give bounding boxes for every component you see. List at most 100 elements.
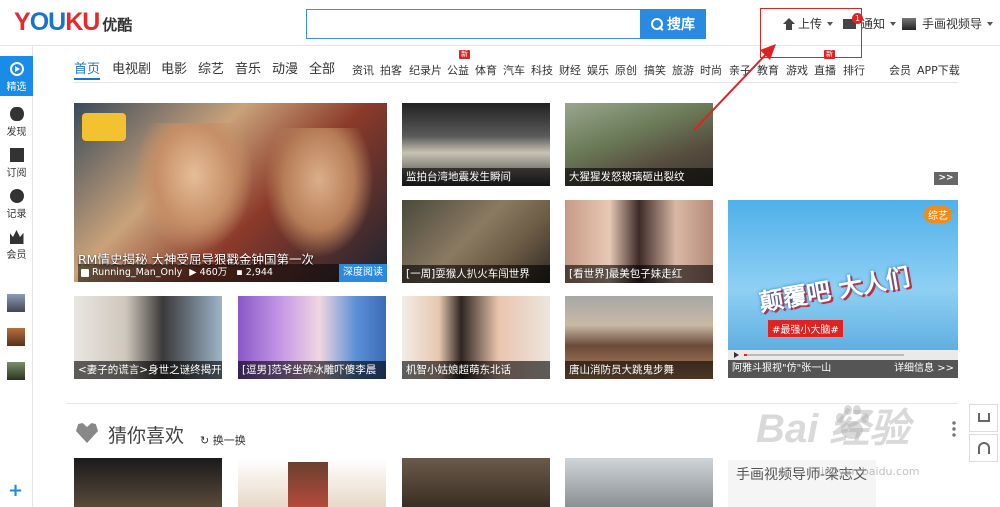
support-button[interactable] <box>969 434 998 462</box>
hero-plays: 460万 <box>199 267 228 278</box>
search-button[interactable]: 搜库 <box>640 9 706 39</box>
user-name: 手画视频导 <box>922 17 983 31</box>
video-tile[interactable]: 监拍台湾地震发生瞬间 <box>402 103 550 186</box>
sidebar-item-subscribe[interactable]: 订阅 <box>0 142 33 182</box>
recommend-tile[interactable] <box>565 458 713 507</box>
watermark: Bai 经验 <box>756 407 910 451</box>
sidebar-item-label: 记录 <box>6 209 27 220</box>
refresh-button[interactable]: ↻ 换一换 <box>200 432 246 448</box>
video-caption: [逗男]范爷坐碎冰雕吓傻李晨 <box>238 361 386 379</box>
section-title: 猜你喜欢 <box>108 425 185 447</box>
search-bar: 搜库 <box>306 9 706 39</box>
heart-icon <box>76 423 98 443</box>
deep-read-badge[interactable]: 深度阅读 <box>339 264 387 282</box>
annotation-highlight-box <box>760 8 862 58</box>
subscription-thumb[interactable] <box>7 294 25 312</box>
nav-item-music[interactable]: 音乐 <box>235 58 261 77</box>
user-menu[interactable]: 手画视频导 <box>902 15 994 32</box>
notify-label: 通知 <box>861 17 886 31</box>
subnav-ranking[interactable]: 排行 <box>843 62 865 78</box>
cart-icon <box>978 413 990 422</box>
video-caption: 大猩猩发怒玻璃砸出裂纹 <box>565 168 713 186</box>
subscription-thumb[interactable] <box>7 328 25 346</box>
recommend-art <box>288 462 328 507</box>
video-tile[interactable]: 唐山消防员大跳鬼步舞 <box>565 296 713 379</box>
refresh-label: 换一换 <box>212 434 246 447</box>
youku-logo[interactable]: YOUKU 优酷 <box>14 8 132 37</box>
subnav-games[interactable]: 游戏 <box>786 62 808 78</box>
progress-bar[interactable] <box>744 354 904 356</box>
video-tile[interactable]: [一周]耍猴人扒火车闯世界 <box>402 200 550 283</box>
nav-item-variety[interactable]: 综艺 <box>198 58 224 77</box>
more-button[interactable]: >> <box>934 172 958 185</box>
variety-badge: 综艺 <box>924 206 952 223</box>
sidebar-item-discover[interactable]: 发现 <box>0 101 33 141</box>
play-icon[interactable] <box>734 352 739 358</box>
video-tile[interactable]: [看世界]最美包子妹走红 <box>565 200 713 283</box>
subnav-documentary[interactable]: 纪录片 <box>409 62 442 78</box>
subnav-fashion[interactable]: 时尚 <box>700 62 722 78</box>
recommend-tile[interactable] <box>74 458 222 507</box>
video-player-bar <box>728 350 958 360</box>
user-icon <box>81 269 89 277</box>
subnav-charity[interactable]: 公益 <box>447 62 469 78</box>
subnav-education[interactable]: 教育 <box>757 62 779 78</box>
cart-button[interactable] <box>969 404 998 432</box>
video-tile[interactable]: <妻子的谎言>身世之谜终揭开 <box>74 296 222 379</box>
headset-icon <box>978 442 990 454</box>
subnav-paike[interactable]: 拍客 <box>380 62 402 78</box>
hero-comments: 2,944 <box>245 267 273 278</box>
variety-caption: 阿雅斗狠视"仿"张一山 详细信息 >> <box>728 360 958 378</box>
subnav-live[interactable]: 直播 <box>814 62 836 78</box>
video-caption: [一周]耍猴人扒火车闯世界 <box>402 265 550 283</box>
logo-ou: OU <box>29 8 66 36</box>
sidebar-item-history[interactable]: 记录 <box>0 183 33 223</box>
hero-video-tile[interactable]: RM情史揭秘 大神受屈导狠戳金钟国第一次 Running_Man_Only ▶ … <box>74 103 387 282</box>
sidebar-item-label: 发现 <box>6 127 27 138</box>
search-input[interactable] <box>306 9 640 39</box>
nav-item-home[interactable]: 首页 <box>74 58 100 77</box>
crown-icon <box>9 230 24 244</box>
more-dots-icon[interactable] <box>952 420 956 438</box>
nav-item-anime[interactable]: 动漫 <box>272 58 298 77</box>
subnav-funny[interactable]: 搞笑 <box>644 62 666 78</box>
nav-item-tv[interactable]: 电视剧 <box>112 58 151 77</box>
subnav-vip[interactable]: 会员 <box>889 62 911 78</box>
logo-ku: KU <box>65 8 100 36</box>
subnav-auto[interactable]: 汽车 <box>503 62 525 78</box>
logo-cn: 优酷 <box>102 16 133 34</box>
subnav-app-download[interactable]: APP下载 <box>917 62 960 78</box>
new-badge: 新 <box>459 50 470 59</box>
video-caption: 唐山消防员大跳鬼步舞 <box>565 361 713 379</box>
subnav-parenting[interactable]: 亲子 <box>729 62 751 78</box>
details-link[interactable]: 详细信息 >> <box>894 360 954 378</box>
subnav-travel[interactable]: 旅游 <box>672 62 694 78</box>
subnav-entertainment[interactable]: 娱乐 <box>587 62 609 78</box>
subnav-finance[interactable]: 财经 <box>559 62 581 78</box>
nav-item-movie[interactable]: 电影 <box>161 58 187 77</box>
recommend-tile[interactable] <box>238 458 386 507</box>
recommend-tile[interactable] <box>402 458 550 507</box>
left-sidebar: 精选 发现 订阅 记录 会员 + <box>0 46 33 507</box>
subnav-news[interactable]: 资讯 <box>352 62 374 78</box>
nav-item-all[interactable]: 全部 <box>309 58 335 77</box>
subnav-tech[interactable]: 科技 <box>531 62 553 78</box>
nav-active-underline <box>74 78 100 80</box>
search-icon <box>651 18 663 30</box>
subnav-sports[interactable]: 体育 <box>475 62 497 78</box>
comment-icon: ▪ <box>236 267 243 278</box>
video-tile[interactable]: [逗男]范爷坐碎冰雕吓傻李晨 <box>238 296 386 379</box>
chevron-down-icon <box>987 21 994 26</box>
subnav-original[interactable]: 原创 <box>615 62 637 78</box>
subscription-thumb[interactable] <box>7 362 25 380</box>
variety-promo-tile[interactable]: 综艺 颠覆吧 大人们 #最强小大脑# 阿雅斗狠视"仿"张一山 详细信息 >> <box>728 200 958 378</box>
chevron-down-icon <box>890 21 897 26</box>
add-subscription-button[interactable]: + <box>8 480 23 501</box>
variety-title: 颠覆吧 大人们 <box>757 262 913 317</box>
refresh-icon: ↻ <box>200 434 213 447</box>
video-tile[interactable]: 大猩猩发怒玻璃砸出裂纹 <box>565 103 713 186</box>
sidebar-item-featured[interactable]: 精选 <box>0 56 33 96</box>
video-tile[interactable]: 机智小姑娘超萌东北话 <box>402 296 550 379</box>
hero-person-left <box>134 123 254 253</box>
sidebar-item-vip[interactable]: 会员 <box>0 224 33 264</box>
